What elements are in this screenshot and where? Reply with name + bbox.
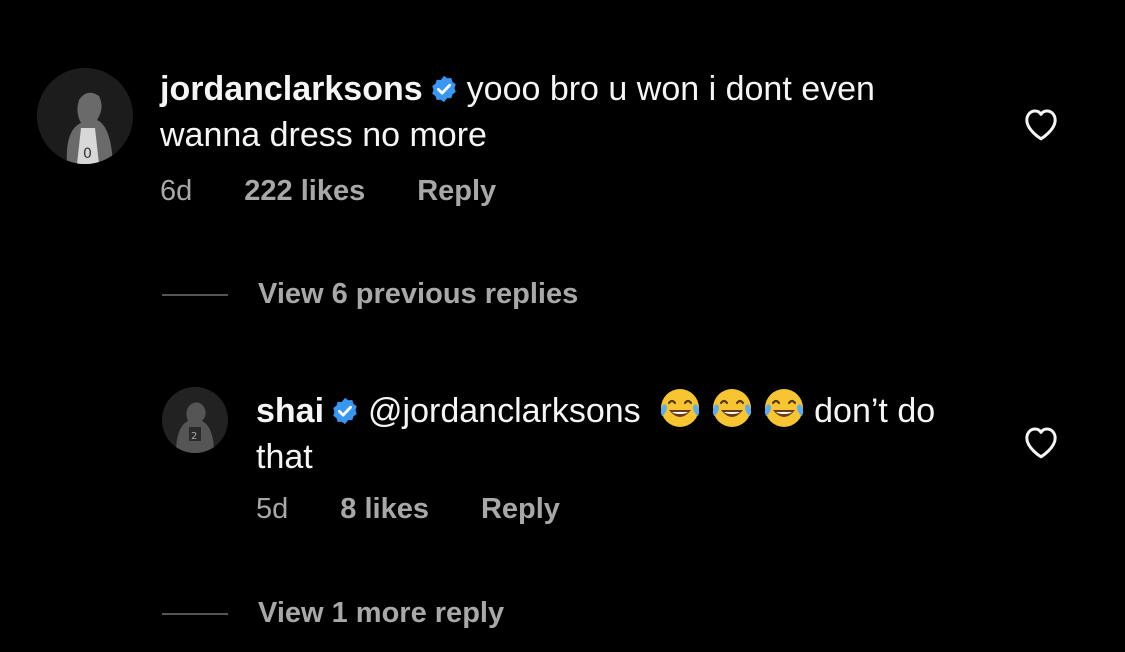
heart-outline-icon[interactable] [1021,422,1061,465]
face-with-tears-of-joy-icon [710,386,754,430]
comment-meta: 5d 8 likes Reply [256,493,612,526]
face-with-tears-of-joy-icon [658,386,702,430]
comment-shai: 2 shai @jordanclarksons don’t do that 5d … [0,0,1125,560]
comment-body: shai @jordanclarksons don’t do that [256,386,996,478]
comment-time: 5d [256,493,289,525]
avatar[interactable]: 2 [162,387,228,453]
thread-divider [162,612,228,615]
verified-badge-icon [330,394,360,436]
face-with-tears-of-joy-icon [762,386,806,430]
mention-link[interactable]: @jordanclarksons [368,392,641,430]
view-more-replies-button[interactable]: View 1 more reply [162,597,504,630]
likes-count[interactable]: 8 likes [340,493,429,526]
svg-text:2: 2 [191,431,197,442]
comment-username[interactable]: shai [256,392,324,430]
avatar-photo: 2 [162,387,228,453]
view-replies-label: View 1 more reply [258,597,505,629]
reply-button[interactable]: Reply [481,493,560,526]
